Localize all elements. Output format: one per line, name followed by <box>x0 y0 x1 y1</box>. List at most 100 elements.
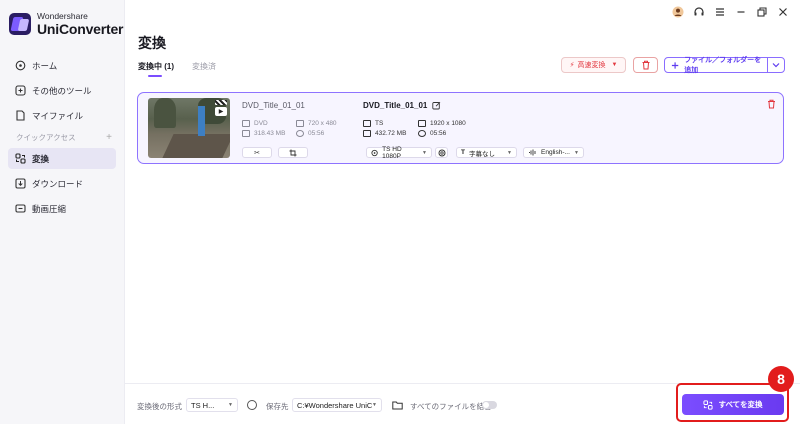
convert-icon <box>15 153 26 164</box>
sidebar: Wondershare UniConverter ホーム その他のツール マイフ… <box>0 0 125 424</box>
target-title-row: DVD_Title_01_01 <box>363 101 441 110</box>
sidebar-item-download[interactable]: ダウンロード <box>8 173 116 194</box>
scissors-icon: ✂ <box>254 149 260 157</box>
product-name: UniConverter <box>37 20 124 37</box>
source-duration: 05:56 <box>296 130 324 137</box>
logo-icon <box>9 12 31 35</box>
add-file-dropdown[interactable] <box>767 57 785 73</box>
output-settings-button[interactable] <box>435 147 448 158</box>
sidebar-item-myfiles[interactable]: マイファイル <box>8 105 116 126</box>
sidebar-item-convert[interactable]: 変換 <box>8 148 116 169</box>
fast-convert-button[interactable]: ⚡ 高速変換 ▼ <box>561 57 626 73</box>
target-resolution: 1920 x 1080 <box>418 120 466 127</box>
quick-access-label: クイックアクセス <box>16 132 76 142</box>
delete-all-button[interactable] <box>633 57 658 73</box>
chevron-down-icon: ▼ <box>507 149 512 156</box>
output-format-select[interactable]: TS H... ▼ <box>186 398 238 412</box>
window-controls <box>671 5 790 19</box>
sidebar-item-home[interactable]: ホーム <box>8 55 116 76</box>
source-size-value: 318.43 MB <box>254 130 286 137</box>
lightning-icon: ⚡ <box>569 62 575 69</box>
file-icon <box>15 110 26 121</box>
target-format: TS <box>363 120 383 127</box>
tab-converted[interactable]: 変換済 <box>192 61 216 76</box>
save-to-select[interactable]: C:¥Wondershare UniCor ▼ <box>292 398 382 412</box>
target-resolution-value: 1920 x 1080 <box>430 120 466 127</box>
subtitle-value: 字幕なし <box>468 150 495 158</box>
folder-icon <box>242 130 250 137</box>
file-card[interactable]: ▶ DVD_Title_01_01 DVD 720 x 480 318.43 M… <box>137 92 784 164</box>
audio-value: English-... <box>541 149 570 156</box>
subtitle-select[interactable]: T 字幕なし ▼ <box>456 147 517 158</box>
chevron-down-icon: ▼ <box>611 62 618 68</box>
support-icon[interactable] <box>692 5 706 19</box>
video-format-icon <box>242 120 250 127</box>
remove-file-button[interactable] <box>767 99 776 112</box>
trash-icon <box>768 99 775 109</box>
video-format-icon <box>363 120 371 127</box>
tab-converting-label: 変換中 <box>138 62 162 71</box>
target-size: 432.72 MB <box>363 130 406 137</box>
target-duration-value: 05:56 <box>430 130 447 137</box>
status-tabs: 変換中 (1) 変換済 <box>138 61 216 77</box>
quick-access-add-button[interactable]: + <box>106 132 112 143</box>
merge-files-toggle[interactable] <box>482 401 497 409</box>
restore-icon[interactable] <box>755 5 769 19</box>
trash-icon <box>642 60 649 70</box>
clock-icon <box>418 130 426 137</box>
format-preset-value: TS HD 1080P <box>382 145 402 160</box>
chevron-down-icon: ▼ <box>228 402 233 408</box>
sidebar-item-label: 変換 <box>32 153 50 164</box>
output-settings-icon[interactable] <box>247 400 257 410</box>
resolution-icon <box>418 120 426 127</box>
audio-wave-icon <box>529 149 536 156</box>
target-size-value: 432.72 MB <box>375 130 407 137</box>
clock-icon <box>296 130 304 137</box>
chevron-down-icon: ▼ <box>422 149 427 156</box>
clapper-icon <box>215 100 227 105</box>
plus-icon <box>671 61 679 69</box>
settings-gear-icon <box>371 149 378 156</box>
sidebar-item-tools[interactable]: その他のツール <box>8 80 116 101</box>
chevron-down-icon <box>772 63 780 68</box>
format-preset-select[interactable]: TS HD 1080P ▼ <box>366 145 432 160</box>
source-duration-value: 05:56 <box>308 130 325 137</box>
app-logo: Wondershare UniConverter <box>9 12 123 36</box>
avatar-icon[interactable] <box>671 5 685 19</box>
fast-convert-label: 高速変換 <box>577 62 606 69</box>
brand-name: Wondershare <box>37 11 88 21</box>
step-number-badge: 8 <box>768 366 794 392</box>
tab-converting-count: (1) <box>164 62 175 71</box>
output-format-label: 変換後の形式 <box>137 402 182 411</box>
quick-access-section: クイックアクセス + <box>8 130 116 144</box>
tab-converted-label: 変換済 <box>192 62 217 71</box>
chevron-down-icon: ▼ <box>574 149 579 156</box>
menu-icon[interactable] <box>713 5 727 19</box>
crop-icon <box>289 149 297 156</box>
folder-open-icon[interactable] <box>392 400 403 413</box>
resolution-icon <box>296 120 304 127</box>
add-file-button[interactable]: ファイル／フォルダーを追加 <box>664 57 768 74</box>
minimize-icon[interactable] <box>734 5 748 19</box>
sidebar-item-label: その他のツール <box>32 85 92 96</box>
sidebar-item-label: ダウンロード <box>32 178 84 189</box>
trim-button[interactable]: ✂ <box>242 147 272 158</box>
tab-converting[interactable]: 変換中 (1) <box>138 61 175 77</box>
sidebar-item-label: 動画圧縮 <box>32 203 67 214</box>
sidebar-item-compress[interactable]: 動画圧縮 <box>8 198 116 219</box>
play-icon[interactable]: ▶ <box>215 107 227 116</box>
close-icon[interactable] <box>776 5 790 19</box>
target-format-value: TS <box>375 120 384 127</box>
video-thumbnail[interactable]: ▶ <box>148 98 230 158</box>
subtitle-icon: T <box>461 149 465 156</box>
sidebar-item-label: ホーム <box>32 60 58 71</box>
add-file-label: ファイル／フォルダーを追加 <box>684 57 762 74</box>
crop-button[interactable] <box>278 147 308 158</box>
edit-name-icon[interactable] <box>432 101 441 110</box>
target-duration: 05:56 <box>418 130 446 137</box>
audio-select[interactable]: English-... ▼ <box>523 147 584 158</box>
save-to-label: 保存先 <box>266 402 289 411</box>
download-icon <box>15 178 26 189</box>
sidebar-item-label: マイファイル <box>32 110 84 121</box>
output-format-value: TS H... <box>191 400 215 410</box>
